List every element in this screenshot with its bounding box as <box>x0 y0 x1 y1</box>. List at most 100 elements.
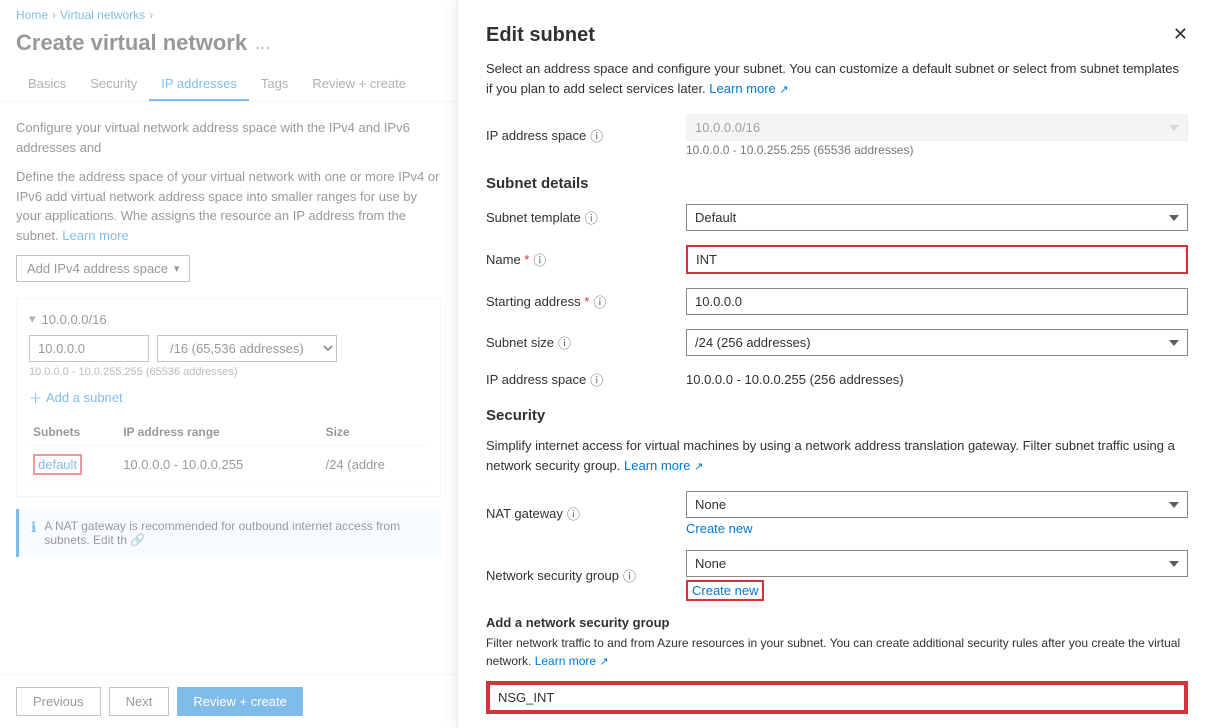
review-create-button[interactable]: Review + create <box>177 687 303 716</box>
panel-description: Select an address space and configure yo… <box>486 59 1188 98</box>
nsg-name-input[interactable] <box>488 683 1186 712</box>
address-inputs: /16 (65,536 addresses) <box>29 335 428 362</box>
subnet-size-row: Subnet size ⓘ /24 (256 addresses) <box>486 329 1188 356</box>
ip-address-space-subtext: 10.0.0.0 - 10.0.255.255 (65536 addresses… <box>686 143 1188 157</box>
col-header-size: Size <box>322 419 428 446</box>
subnet-size-control: /24 (256 addresses) <box>686 329 1188 356</box>
subnet-name-control <box>686 245 1188 274</box>
ip-address-input[interactable] <box>29 335 149 362</box>
add-ipv4-label: Add IPv4 address space <box>27 261 168 276</box>
breadcrumb-virtual-networks[interactable]: Virtual networks <box>60 8 145 22</box>
tab-tags[interactable]: Tags <box>249 68 300 101</box>
plus-icon: ＋ <box>29 388 42 407</box>
info-icon-ipspace2[interactable]: ⓘ <box>590 370 603 389</box>
subnet-size-select[interactable]: /24 (256 addresses) <box>686 329 1188 356</box>
tabs-bar: Basics Security IP addresses Tags Review… <box>0 68 457 102</box>
address-block-header: ▾ 10.0.0.0/16 <box>29 311 428 327</box>
info-text-1: Configure your virtual network address s… <box>16 118 441 157</box>
ip-address-space-display-label: IP address space ⓘ <box>486 370 686 389</box>
subnet-template-select[interactable]: Default <box>686 204 1188 231</box>
info-icon-name[interactable]: ⓘ <box>533 250 546 269</box>
table-row: default 10.0.0.0 - 10.0.0.255 /24 (addre <box>29 446 428 484</box>
info-text-2: Define the address space of your virtual… <box>16 167 441 245</box>
address-cidr-label: 10.0.0.0/16 <box>42 312 107 327</box>
next-button[interactable]: Next <box>109 687 170 716</box>
subnet-name-row: Name * ⓘ <box>486 245 1188 274</box>
collapse-icon[interactable]: ▾ <box>29 311 36 327</box>
nat-gateway-label: NAT gateway ⓘ <box>486 504 686 523</box>
nsg-label: Network security group ⓘ <box>486 566 686 585</box>
info-icon-starting[interactable]: ⓘ <box>593 292 606 311</box>
subnet-size-label: Subnet size ⓘ <box>486 333 686 352</box>
page-title-row: Create virtual network ... <box>0 26 457 68</box>
ip-address-space-select: 10.0.0.0/16 <box>686 114 1188 141</box>
previous-button[interactable]: Previous <box>16 687 101 716</box>
starting-address-control <box>686 288 1188 315</box>
ip-address-space-display-value: 10.0.0.0 - 10.0.0.255 (256 addresses) <box>686 372 1188 387</box>
starting-address-label: Starting address * ⓘ <box>486 292 686 311</box>
info-icon: ℹ <box>31 519 36 536</box>
external-link-icon-3: ↗ <box>599 656 608 668</box>
label-text: IP address space <box>486 128 586 143</box>
panel-learn-more-link[interactable]: Learn more <box>709 81 775 96</box>
info-icon-template[interactable]: ⓘ <box>585 208 598 227</box>
external-link-icon: ↗ <box>779 84 788 96</box>
left-panel: Home › Virtual networks › Create virtual… <box>0 0 458 728</box>
nsg-section-title: Add a network security group <box>486 615 1188 630</box>
subnet-template-control: Default <box>686 204 1188 231</box>
tab-basics[interactable]: Basics <box>16 68 78 101</box>
info-icon-size[interactable]: ⓘ <box>558 333 571 352</box>
info-banner: ℹ A NAT gateway is recommended for outbo… <box>16 509 441 557</box>
nat-gateway-create-new-link[interactable]: Create new <box>686 521 1188 536</box>
subnets-table: Subnets IP address range Size default 10… <box>29 419 428 484</box>
tab-ip-addresses[interactable]: IP addresses <box>149 68 249 101</box>
subnet-details-title: Subnet details <box>486 175 1188 192</box>
nsg-section-desc: Filter network traffic to and from Azure… <box>486 634 1188 671</box>
page-title: Create virtual network <box>16 30 247 56</box>
address-space-block: ▾ 10.0.0.0/16 /16 (65,536 addresses) 10.… <box>16 298 441 497</box>
info-icon-nat[interactable]: ⓘ <box>567 504 580 523</box>
more-options-icon[interactable]: ... <box>255 33 270 54</box>
subnet-name-input[interactable] <box>686 245 1188 274</box>
tab-security[interactable]: Security <box>78 68 149 101</box>
breadcrumb-home[interactable]: Home <box>16 8 48 22</box>
ip-address-space-display-text: 10.0.0.0 - 10.0.0.255 (256 addresses) <box>686 372 904 387</box>
nsg-learn-more-link[interactable]: Learn more <box>535 654 596 668</box>
add-ipv4-button[interactable]: Add IPv4 address space ▾ <box>16 255 190 282</box>
tab-review-create[interactable]: Review + create <box>300 68 418 101</box>
nat-gateway-row: NAT gateway ⓘ None Create new <box>486 491 1188 536</box>
edit-subnet-panel: Edit subnet ✕ Select an address space an… <box>458 0 1216 728</box>
subnet-template-label: Subnet template ⓘ <box>486 208 686 227</box>
chevron-down-icon: ▾ <box>174 262 180 275</box>
security-learn-more-link[interactable]: Learn more <box>624 458 690 473</box>
nsg-row: Network security group ⓘ None Create new <box>486 550 1188 601</box>
close-button[interactable]: ✕ <box>1173 24 1188 45</box>
learn-more-link-1[interactable]: Learn more <box>62 228 128 243</box>
ip-address-space-label: IP address space ⓘ <box>486 126 686 145</box>
nsg-create-new-link[interactable]: Create new <box>686 580 764 601</box>
info-banner-text: A NAT gateway is recommended for outboun… <box>44 519 429 547</box>
subnet-name-cell: default <box>29 446 119 484</box>
starting-address-row: Starting address * ⓘ <box>486 288 1188 315</box>
starting-address-input[interactable] <box>686 288 1188 315</box>
subnet-name-label: Name * ⓘ <box>486 250 686 269</box>
address-size-select[interactable]: /16 (65,536 addresses) <box>157 335 337 362</box>
info-icon-ipspace[interactable]: ⓘ <box>590 126 603 145</box>
add-subnet-label: Add a subnet <box>46 390 123 405</box>
panel-header: Edit subnet ✕ <box>486 24 1188 47</box>
add-subnet-link[interactable]: ＋ Add a subnet <box>29 388 428 407</box>
ip-address-space-display-row: IP address space ⓘ 10.0.0.0 - 10.0.0.255… <box>486 370 1188 389</box>
subnet-default-link[interactable]: default <box>33 454 82 475</box>
left-content: Configure your virtual network address s… <box>0 102 457 670</box>
address-range-text: 10.0.0.0 - 10.0.255.255 (65536 addresses… <box>29 366 428 378</box>
ip-address-space-row: IP address space ⓘ 10.0.0.0/16 10.0.0.0 … <box>486 114 1188 157</box>
subnet-range-cell: 10.0.0.0 - 10.0.0.255 <box>119 446 321 484</box>
ip-address-space-control: 10.0.0.0/16 10.0.0.0 - 10.0.255.255 (655… <box>686 114 1188 157</box>
external-link-icon-2: ↗ <box>694 461 703 473</box>
info-banner-link[interactable]: 🔗 <box>130 533 145 547</box>
bottom-nav: Previous Next Review + create <box>0 674 458 728</box>
col-header-subnets: Subnets <box>29 419 119 446</box>
info-icon-nsg[interactable]: ⓘ <box>623 566 636 585</box>
nsg-select[interactable]: None <box>686 550 1188 577</box>
nat-gateway-select[interactable]: None <box>686 491 1188 518</box>
